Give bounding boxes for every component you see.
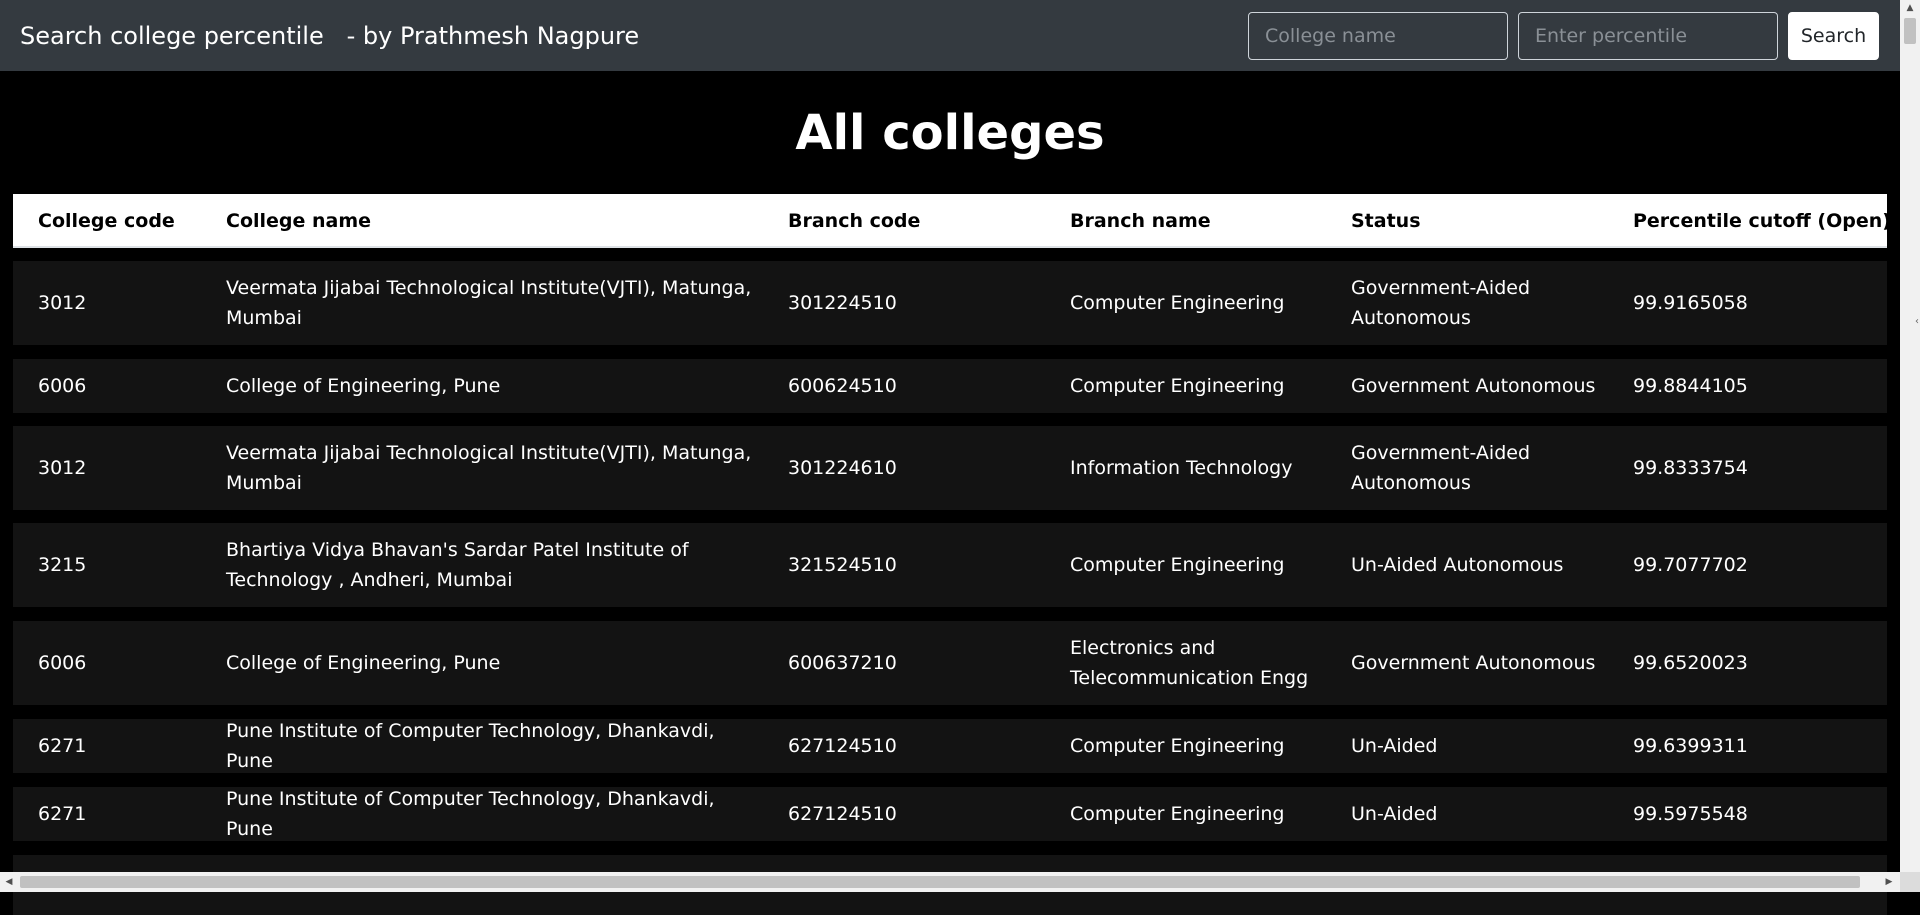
cell-branch-name: Computer Engineering [1070,375,1285,397]
cell-percentile-cutoff: 99.9165058 [1633,292,1748,314]
cell-branch-code: 627124510 [788,735,897,757]
scroll-right-arrow-icon[interactable]: ▶ [1880,872,1898,892]
cell-status: Un-Aided [1351,803,1438,825]
cell-percentile-cutoff: 99.6399311 [1633,735,1748,757]
table-row: 6271 Pune Institute of Computer Technolo… [13,719,1887,773]
cell-percentile-cutoff: 99.8844105 [1633,375,1748,397]
cell-percentile-cutoff: 99.6520023 [1633,652,1748,674]
percentile-input[interactable] [1518,12,1778,60]
cell-branch-name: Computer Engineering [1070,554,1285,576]
cell-college-code: 3012 [38,457,87,479]
navbar-brand[interactable]: Search college percentile - by Prathmesh… [20,0,639,71]
table-row: 6006 College of Engineering, Pune 600624… [13,359,1887,413]
header-college-code: College code [38,210,175,232]
cell-college-name: College of Engineering, Pune [226,375,501,397]
cell-college-code: 6006 [38,375,87,397]
cell-branch-name: Computer Engineering [1070,803,1285,825]
cell-percentile-cutoff: 99.7077702 [1633,554,1748,576]
header-branch-code: Branch code [788,210,921,232]
horizontal-scroll-thumb[interactable] [20,876,1860,888]
table-row: 3012 Veermata Jijabai Technological Inst… [13,261,1887,345]
page-title: All colleges [795,105,1105,161]
college-name-input[interactable] [1248,12,1508,60]
cell-college-name: Veermata Jijabai Technological Institute… [226,442,752,494]
cell-status: Un-Aided Autonomous [1351,554,1564,576]
cell-percentile-cutoff: 99.8333754 [1633,457,1748,479]
table-row: 6006 College of Engineering, Pune 600637… [13,621,1887,705]
cell-college-name: Bhartiya Vidya Bhavan's Sardar Patel Ins… [226,539,689,591]
cell-branch-name: Information Technology [1070,457,1293,479]
colleges-table: College code College name Branch code Br… [13,194,1891,915]
header-college-name: College name [226,210,372,232]
cell-branch-name: Electronics and Telecommunication Engg [1070,637,1309,689]
cell-college-name: Veermata Jijabai Technological Institute… [226,277,752,329]
cell-college-code: 3012 [38,292,87,314]
scroll-up-arrow-icon[interactable]: ▲ [1900,0,1920,17]
vertical-scroll-thumb[interactable] [1904,18,1916,44]
cell-college-code: 3215 [38,554,87,576]
table-row: 6271 Pune Institute of Computer Technolo… [13,787,1887,841]
header-status: Status [1351,210,1421,232]
navbar: Search college percentile - by Prathmesh… [0,0,1900,71]
cell-percentile-cutoff: 99.5975548 [1633,803,1748,825]
cell-branch-code: 600624510 [788,375,897,397]
cell-branch-name: Computer Engineering [1070,292,1285,314]
cell-college-code: 6006 [38,652,87,674]
cell-college-name: College of Engineering, Pune [226,652,501,674]
cell-college-name: Pune Institute of Computer Technology, D… [226,720,715,772]
cell-status: Government Autonomous [1351,375,1596,397]
cell-college-name: Pune Institute of Computer Technology, D… [226,788,715,840]
header-branch-name: Branch name [1070,210,1211,232]
cell-status: Government-Aided Autonomous [1351,442,1531,494]
cell-branch-code: 301224610 [788,457,897,479]
cell-branch-code: 301224510 [788,292,897,314]
vertical-scrollbar[interactable]: ▲ [1900,0,1920,872]
cell-branch-code: 321524510 [788,554,897,576]
scrollbar-corner [1900,872,1920,892]
cell-branch-name: Computer Engineering [1070,735,1285,757]
horizontal-scrollbar[interactable]: ◀ ▶ [0,872,1900,892]
cell-status: Un-Aided [1351,735,1438,757]
scroll-left-arrow-icon[interactable]: ◀ [0,872,18,892]
table-header: College code College name Branch code Br… [13,194,1891,248]
cell-college-code: 6271 [38,735,87,757]
cell-status: Government-Aided Autonomous [1351,277,1531,329]
cell-status: Government Autonomous [1351,652,1596,674]
cell-branch-code: 600637210 [788,652,897,674]
chevron-left-icon: ‹ [1915,316,1919,327]
cell-branch-code: 627124510 [788,803,897,825]
cell-college-code: 6271 [38,803,87,825]
table-row: 3215 Bhartiya Vidya Bhavan's Sardar Pate… [13,523,1887,607]
header-percentile-cutoff: Percentile cutoff (Open) [1633,210,1891,232]
table-row: 3012 Veermata Jijabai Technological Inst… [13,426,1887,510]
search-button[interactable]: Search [1788,12,1879,60]
